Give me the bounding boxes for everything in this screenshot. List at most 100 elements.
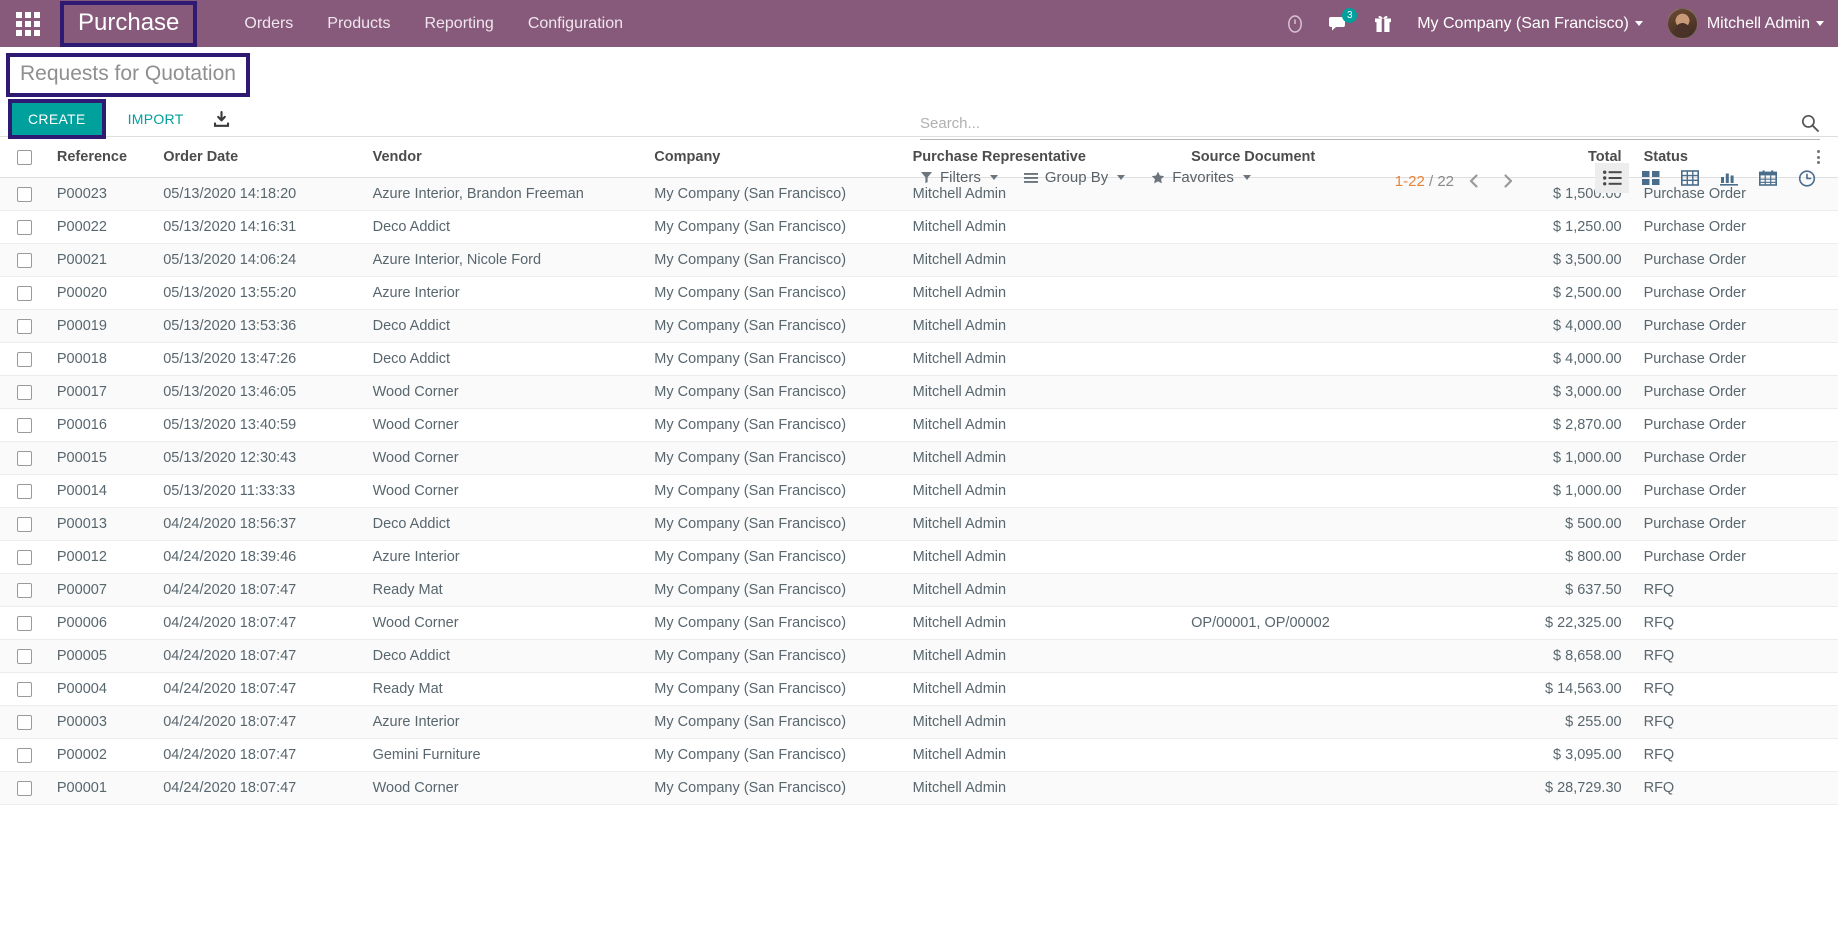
create-button[interactable]: CREATE — [12, 103, 102, 135]
cell-reference: P00012 — [48, 540, 156, 574]
view-graph-button[interactable] — [1712, 163, 1746, 193]
top-navbar: Purchase Orders Products Reporting Confi… — [0, 0, 1838, 47]
view-list-button[interactable] — [1595, 163, 1629, 193]
menu-item-products[interactable]: Products — [310, 0, 407, 47]
row-checkbox[interactable] — [17, 252, 32, 268]
app-brand-purchase[interactable]: Purchase — [59, 0, 198, 47]
cell-reference: P00023 — [48, 177, 156, 211]
column-header-vendor[interactable]: Vendor — [364, 137, 647, 178]
menu-item-orders[interactable]: Orders — [227, 0, 310, 47]
cell-order-date: 04/24/2020 18:07:47 — [155, 606, 365, 640]
table-row[interactable]: P00020 05/13/2020 13:55:20 Azure Interior M… — [0, 276, 1838, 310]
table-row[interactable]: P00023 05/13/2020 14:18:20 Azure Interior,… — [0, 177, 1838, 211]
table-body: P00023 05/13/2020 14:18:20 Azure Interior,… — [0, 177, 1838, 805]
row-checkbox[interactable] — [17, 747, 32, 763]
table-row[interactable]: P00017 05/13/2020 13:46:05 Wood Corner My C… — [0, 375, 1838, 409]
cell-vendor: Azure Interior — [364, 276, 647, 310]
menu-item-reporting[interactable]: Reporting — [407, 0, 510, 47]
table-row[interactable]: P00012 04/24/2020 18:39:46 Azure Interior M… — [0, 540, 1838, 574]
column-header-reference[interactable]: Reference — [48, 137, 156, 178]
row-checkbox[interactable] — [17, 186, 32, 202]
user-menu[interactable]: Mitchell Admin — [1655, 8, 1824, 39]
row-checkbox[interactable] — [17, 318, 32, 334]
table-row[interactable]: P00001 04/24/2020 18:07:47 Wood Corner My C… — [0, 771, 1838, 805]
row-checkbox[interactable] — [17, 351, 32, 367]
row-checkbox[interactable] — [17, 549, 32, 565]
cell-vendor: Azure Interior — [364, 705, 647, 739]
apps-menu-button[interactable] — [0, 0, 56, 47]
table-row[interactable]: P00022 05/13/2020 14:16:31 Deco Addict My C… — [0, 210, 1838, 244]
import-button[interactable]: IMPORT — [114, 103, 198, 135]
row-checkbox[interactable] — [17, 648, 32, 664]
table-row[interactable]: P00018 05/13/2020 13:47:26 Deco Addict My C… — [0, 342, 1838, 376]
row-select-cell — [0, 408, 49, 442]
column-header-order-date[interactable]: Order Date — [155, 137, 365, 178]
pager-next-button[interactable] — [1494, 167, 1522, 195]
cell-representative: Mitchell Admin — [904, 276, 1184, 310]
row-checkbox[interactable] — [17, 582, 32, 598]
groupby-dropdown[interactable]: Group By — [1023, 169, 1126, 186]
view-calendar-button[interactable] — [1751, 163, 1785, 193]
row-checkbox[interactable] — [17, 516, 32, 532]
pager-value[interactable]: 1-22 / 22 — [1395, 173, 1454, 190]
row-options-cell — [1799, 210, 1838, 244]
search-icon[interactable] — [1800, 113, 1820, 133]
star-icon — [1152, 171, 1165, 184]
cell-total: $ 14,563.00 — [1502, 672, 1630, 706]
table-row[interactable]: P00003 04/24/2020 18:07:47 Azure Interior M… — [0, 705, 1838, 739]
row-checkbox[interactable] — [17, 450, 32, 466]
breadcrumb[interactable]: Requests for Quotation — [6, 53, 250, 97]
row-checkbox[interactable] — [17, 384, 32, 400]
cell-total: $ 255.00 — [1502, 705, 1630, 739]
cell-order-date: 05/13/2020 13:46:05 — [155, 375, 365, 409]
menu-item-configuration[interactable]: Configuration — [511, 0, 640, 47]
table-row[interactable]: P00004 04/24/2020 18:07:47 Ready Mat My Com… — [0, 672, 1838, 706]
table-row[interactable]: P00007 04/24/2020 18:07:47 Ready Mat My Com… — [0, 573, 1838, 607]
cell-total: $ 4,000.00 — [1502, 309, 1630, 343]
row-checkbox[interactable] — [17, 780, 32, 796]
download-button[interactable] — [212, 110, 231, 129]
column-header-company[interactable]: Company — [646, 137, 905, 178]
search-input[interactable] — [920, 114, 1800, 132]
company-switcher[interactable]: My Company (San Francisco) — [1405, 0, 1655, 47]
cell-vendor: Azure Interior, Nicole Ford — [364, 243, 647, 277]
row-checkbox[interactable] — [17, 417, 32, 433]
row-checkbox[interactable] — [17, 219, 32, 235]
messaging-menu-button[interactable]: 3 — [1317, 0, 1361, 47]
pager-previous-button[interactable] — [1460, 167, 1488, 195]
table-row[interactable]: P00021 05/13/2020 14:06:24 Azure Interior,… — [0, 243, 1838, 277]
favorites-dropdown[interactable]: Favorites — [1151, 169, 1251, 186]
table-row[interactable]: P00016 05/13/2020 13:40:59 Wood Corner My C… — [0, 408, 1838, 442]
cell-source-document — [1183, 342, 1503, 376]
row-checkbox[interactable] — [17, 285, 32, 301]
filters-dropdown[interactable]: Filters — [920, 169, 998, 186]
cell-total: $ 1,000.00 — [1502, 441, 1630, 475]
optional-columns-dropdown[interactable] — [1808, 150, 1830, 164]
table-row[interactable]: P00019 05/13/2020 13:53:36 Deco Addict My C… — [0, 309, 1838, 343]
table-row[interactable]: P00006 04/24/2020 18:07:47 Wood Corner My C… — [0, 606, 1838, 640]
row-checkbox[interactable] — [17, 615, 32, 631]
row-options-cell — [1799, 474, 1838, 508]
row-select-cell — [0, 210, 49, 244]
activity-menu-button[interactable] — [1273, 0, 1317, 47]
cell-status: RFQ — [1629, 573, 1800, 607]
cell-order-date: 04/24/2020 18:07:47 — [155, 705, 365, 739]
table-row[interactable]: P00005 04/24/2020 18:07:47 Deco Addict My C… — [0, 639, 1838, 673]
table-row[interactable]: P00013 04/24/2020 18:56:37 Deco Addict My C… — [0, 507, 1838, 541]
row-checkbox[interactable] — [17, 681, 32, 697]
row-checkbox[interactable] — [17, 714, 32, 730]
select-all-checkbox[interactable] — [17, 149, 32, 165]
cell-reference: P00006 — [48, 606, 156, 640]
cell-total: $ 637.50 — [1502, 573, 1630, 607]
table-row[interactable]: P00014 05/13/2020 11:33:33 Wood Corner My C… — [0, 474, 1838, 508]
avatar — [1666, 8, 1698, 39]
view-kanban-button[interactable] — [1634, 163, 1668, 193]
row-select-cell — [0, 771, 49, 805]
gift-button[interactable] — [1361, 0, 1405, 47]
table-row[interactable]: P00002 04/24/2020 18:07:47 Gemini Furnitur… — [0, 738, 1838, 772]
table-row[interactable]: P00015 05/13/2020 12:30:43 Wood Corner My C… — [0, 441, 1838, 475]
view-pivot-button[interactable] — [1673, 163, 1707, 193]
row-select-cell — [0, 738, 49, 772]
row-checkbox[interactable] — [17, 483, 32, 499]
view-activity-button[interactable] — [1790, 163, 1824, 193]
